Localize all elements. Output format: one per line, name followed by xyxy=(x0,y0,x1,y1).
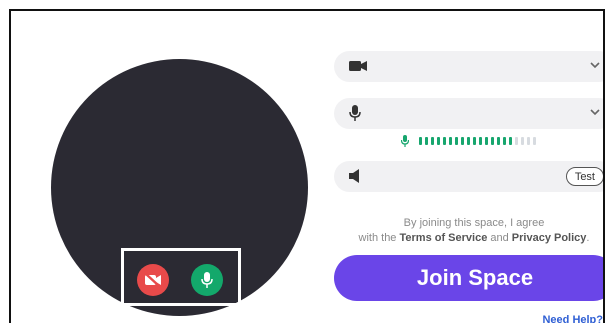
level-bar xyxy=(431,137,434,145)
agreement-period: . xyxy=(586,232,590,244)
level-bar xyxy=(491,137,494,145)
test-speaker-button[interactable]: Test xyxy=(565,167,603,186)
preview-controls xyxy=(121,248,241,306)
terms-agreement: By joining this space, I agree with the … xyxy=(334,216,603,246)
microphone-select[interactable] xyxy=(334,98,603,129)
agreement-and: and xyxy=(487,232,512,244)
camera-select[interactable] xyxy=(334,51,603,82)
video-off-icon xyxy=(145,273,161,287)
video-camera-icon xyxy=(349,61,367,71)
agreement-line2: with the Terms of Service and Privacy Po… xyxy=(334,231,603,246)
level-bar xyxy=(443,137,446,145)
level-bar xyxy=(473,137,476,145)
privacy-policy-link[interactable]: Privacy Policy xyxy=(512,232,587,244)
mic-toggle-button[interactable] xyxy=(191,264,223,296)
join-space-window: Test By joining this space, I agree with… xyxy=(9,9,605,323)
microphone-icon xyxy=(401,135,409,147)
level-bar xyxy=(527,137,530,145)
terms-of-service-link[interactable]: Terms of Service xyxy=(399,232,487,244)
speaker-select[interactable]: Test xyxy=(334,161,603,192)
microphone-icon xyxy=(349,105,361,121)
chevron-down-icon xyxy=(590,62,600,69)
level-bar xyxy=(449,137,452,145)
level-bar xyxy=(515,137,518,145)
level-bar xyxy=(467,137,470,145)
need-help-link[interactable]: Need Help? xyxy=(542,314,603,323)
microphone-icon xyxy=(201,272,213,288)
join-space-button[interactable]: Join Space xyxy=(334,255,603,301)
level-bar xyxy=(419,137,422,145)
level-bar xyxy=(503,137,506,145)
level-bar xyxy=(425,137,428,145)
camera-toggle-button[interactable] xyxy=(137,264,169,296)
chevron-down-icon xyxy=(590,109,600,116)
level-bar xyxy=(533,137,536,145)
level-bar xyxy=(437,137,440,145)
level-bar xyxy=(461,137,464,145)
level-bar xyxy=(497,137,500,145)
level-bars xyxy=(419,137,536,145)
level-bar xyxy=(509,137,512,145)
level-bar xyxy=(455,137,458,145)
mic-level-meter xyxy=(401,135,536,147)
level-bar xyxy=(485,137,488,145)
level-bar xyxy=(479,137,482,145)
speaker-icon xyxy=(349,169,359,183)
agreement-prefix: with the xyxy=(358,232,400,244)
agreement-line1: By joining this space, I agree xyxy=(403,217,545,229)
level-bar xyxy=(521,137,524,145)
